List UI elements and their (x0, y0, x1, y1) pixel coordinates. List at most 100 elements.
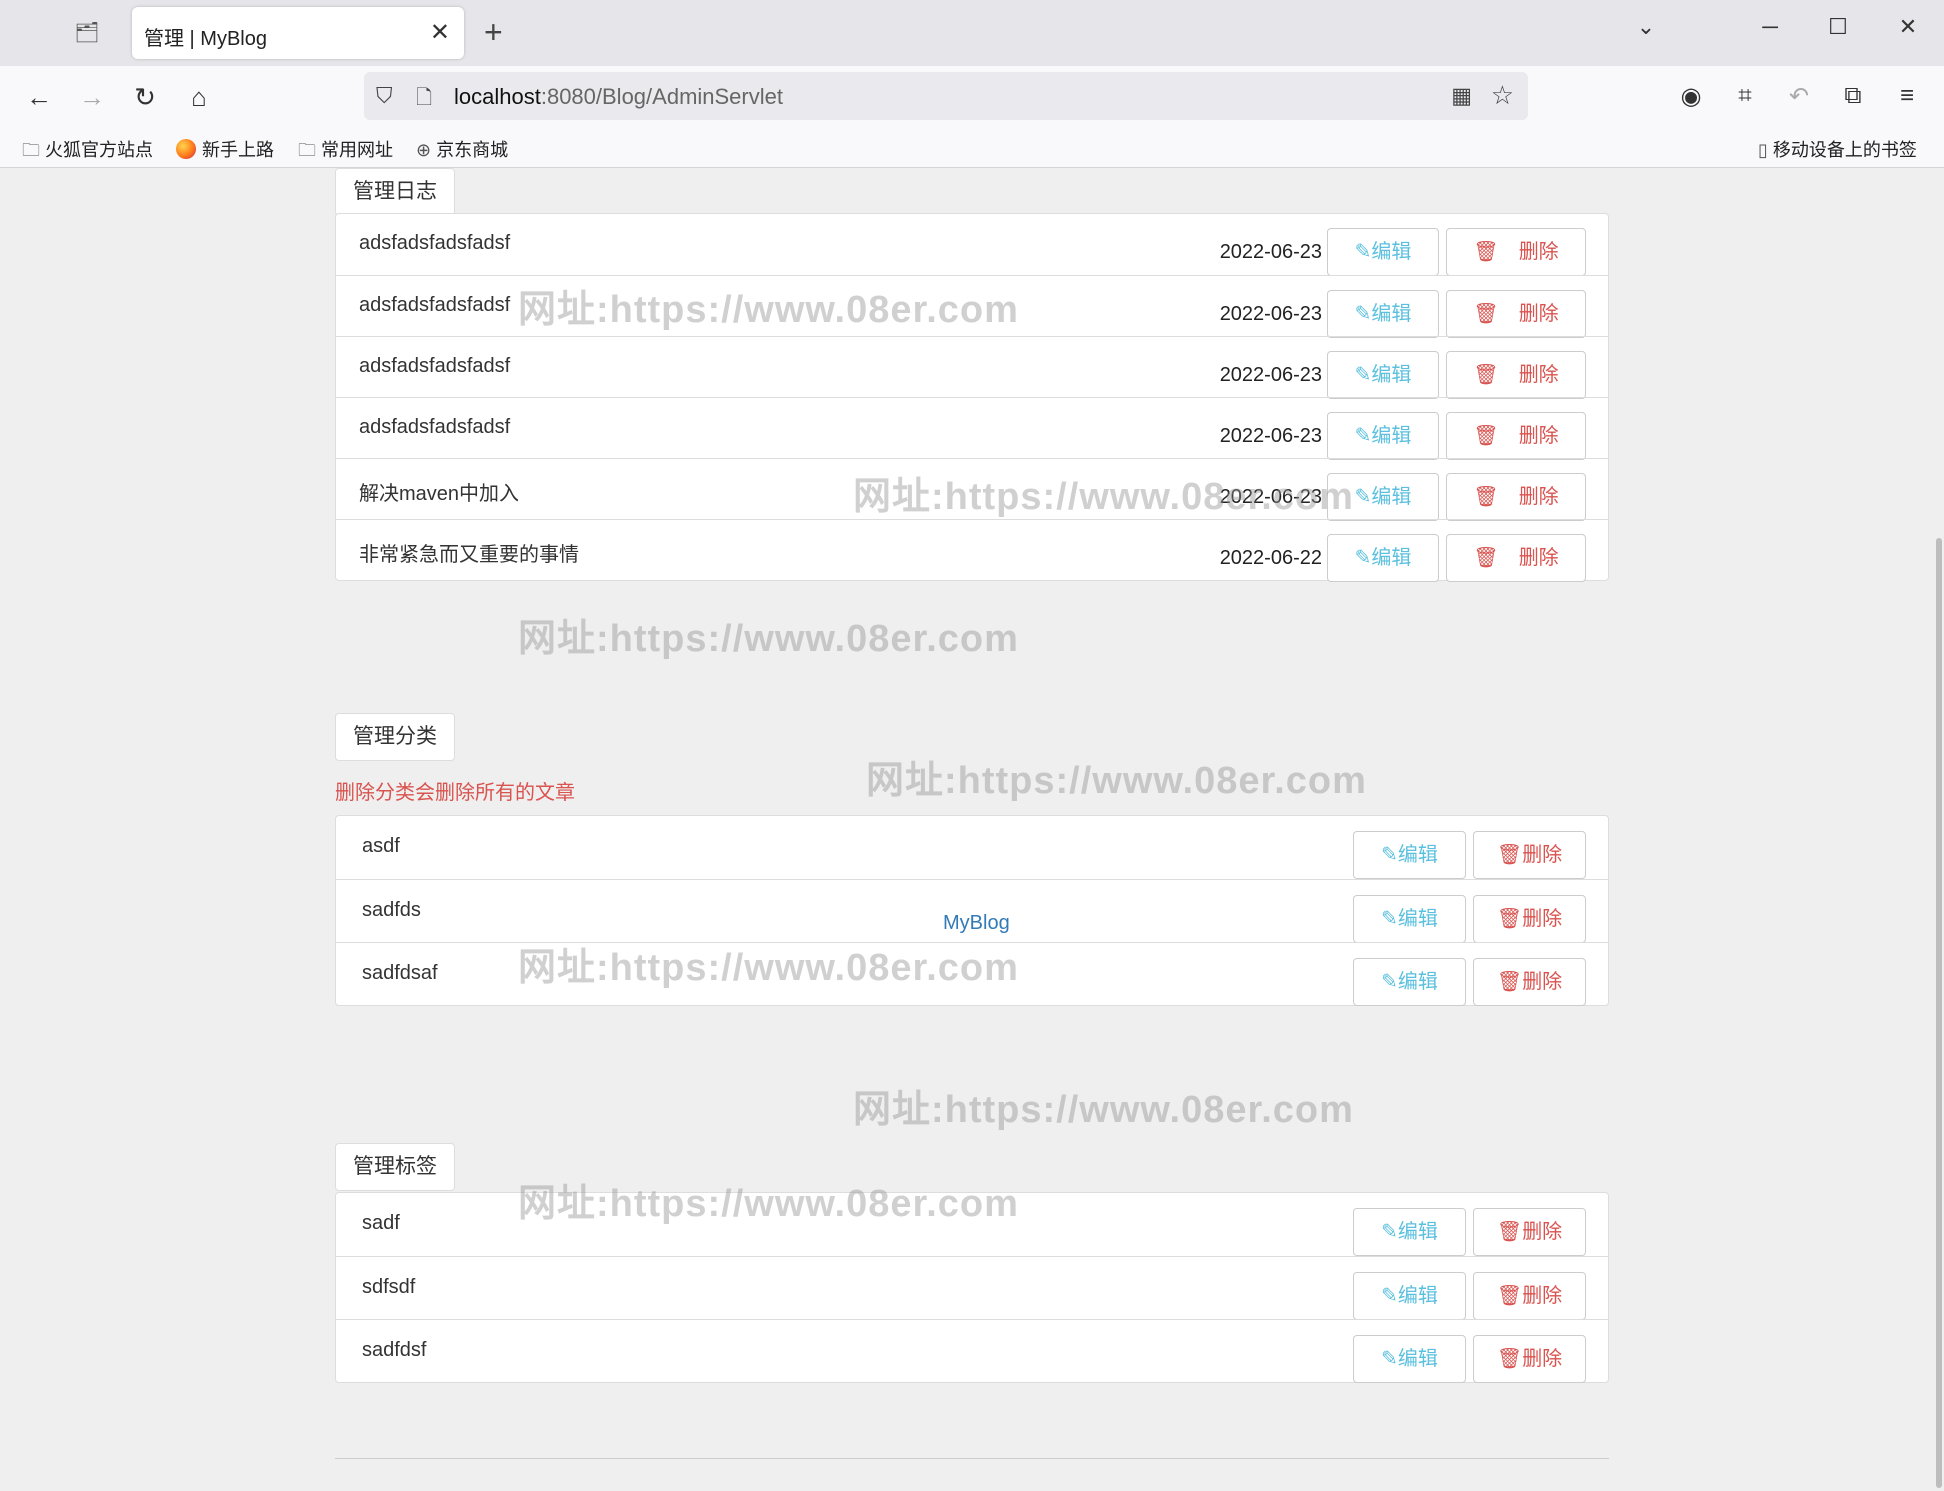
window-close-icon[interactable]: ✕ (1890, 14, 1926, 40)
delete-post-button[interactable]: 🗑 删除 (1446, 228, 1586, 276)
delete-label: 删除 (1522, 1285, 1563, 1307)
trash-icon: 🗑 (1496, 971, 1523, 993)
tab-list-icon[interactable]: 🗂 (72, 18, 102, 48)
folder-icon: 🗀 (22, 140, 40, 160)
edit-label: 编辑 (1371, 241, 1412, 263)
bookmark-label: 常用网址 (321, 140, 393, 160)
bookmark-item[interactable]: 新手上路 (176, 136, 274, 162)
post-title: adsfadsfadsfadsf (359, 294, 511, 316)
category-title: sadfds (362, 899, 421, 921)
post-row: adsfadsfadsfadsf 2022-06-23 ✎编辑 🗑 删除 (336, 214, 1608, 276)
globe-icon: ⊕ (416, 140, 432, 160)
delete-label: 删除 (1522, 844, 1563, 866)
edit-label: 编辑 (1397, 1285, 1438, 1307)
trash-icon: 🗑 (1496, 844, 1523, 866)
delete-post-button[interactable]: 🗑 删除 (1446, 534, 1586, 582)
bookmark-star-icon[interactable]: ☆ (1491, 80, 1514, 111)
reload-icon[interactable]: ↻ (128, 80, 162, 114)
edit-category-button[interactable]: ✎编辑 (1353, 958, 1466, 1006)
post-date: 2022-06-23 (1219, 486, 1322, 508)
mobile-device-icon: ▯ (1758, 140, 1768, 160)
edit-tag-button[interactable]: ✎编辑 (1353, 1208, 1466, 1256)
edit-tag-button[interactable]: ✎编辑 (1353, 1272, 1466, 1320)
delete-tag-button[interactable]: 🗑删除 (1473, 1335, 1586, 1383)
home-icon[interactable]: ⌂ (182, 80, 216, 114)
bookmarks-toolbar: 🗀 火狐官方站点 新手上路 🗀 常用网址 ⊕ 京东商城 ▯ 移动设备上的书签 (0, 126, 1944, 168)
edit-post-button[interactable]: ✎编辑 (1327, 473, 1439, 521)
forward-icon[interactable]: → (75, 80, 109, 114)
edit-label: 编辑 (1371, 425, 1412, 447)
qr-code-icon[interactable]: ▦ (1451, 83, 1472, 109)
delete-post-button[interactable]: 🗑 删除 (1446, 290, 1586, 338)
maximize-icon[interactable]: ☐ (1820, 14, 1856, 40)
delete-category-button[interactable]: 🗑删除 (1473, 958, 1586, 1006)
delete-tag-button[interactable]: 🗑删除 (1473, 1208, 1586, 1256)
trash-icon: 🗑 (1473, 303, 1499, 325)
pencil-icon: ✎ (1354, 364, 1372, 386)
delete-post-button[interactable]: 🗑 删除 (1446, 412, 1586, 460)
edit-post-button[interactable]: ✎编辑 (1327, 412, 1439, 460)
edit-tag-button[interactable]: ✎编辑 (1353, 1335, 1466, 1383)
post-row: 非常紧急而又重要的事情 2022-06-22 ✎编辑 🗑 删除 (336, 519, 1608, 582)
pencil-icon: ✎ (1354, 303, 1372, 325)
delete-category-button[interactable]: 🗑删除 (1473, 895, 1586, 943)
pencil-icon: ✎ (1381, 971, 1398, 993)
menu-icon[interactable]: ≡ (1890, 82, 1924, 110)
shield-icon[interactable]: ⛉ (376, 83, 393, 109)
post-date: 2022-06-23 (1219, 425, 1322, 447)
edit-label: 编辑 (1397, 971, 1438, 993)
post-date: 2022-06-22 (1219, 547, 1322, 569)
delete-category-button[interactable]: 🗑删除 (1473, 831, 1586, 879)
new-tab-icon[interactable]: + (484, 14, 503, 51)
edit-post-button[interactable]: ✎编辑 (1327, 534, 1439, 582)
section-title-posts: 管理日志 (335, 168, 455, 216)
watermark: 网址:https://www.08er.com (518, 618, 1019, 660)
pencil-icon: ✎ (1381, 1285, 1398, 1307)
post-title: adsfadsfadsfadsf (359, 232, 511, 254)
screenshot-crop-icon[interactable]: ⌗ (1728, 82, 1762, 110)
bookmark-label: 京东商城 (436, 140, 509, 160)
category-delete-warning: 删除分类会删除所有的文章 (335, 782, 575, 804)
active-tab[interactable]: 管理 | MyBlog ✕ (132, 7, 464, 59)
edit-post-button[interactable]: ✎编辑 (1327, 228, 1439, 276)
trash-icon: 🗑 (1496, 908, 1523, 930)
post-date: 2022-06-23 (1219, 303, 1322, 325)
section-title-categories: 管理分类 (335, 713, 455, 761)
url-input[interactable]: localhost:8080/Blog/AdminServlet (454, 84, 783, 110)
trash-icon: 🗑 (1473, 364, 1499, 386)
account-icon[interactable]: ◉ (1674, 82, 1708, 111)
scrollbar[interactable] (1936, 538, 1942, 1488)
bookmark-item[interactable]: 🗀 火狐官方站点 (22, 136, 153, 168)
delete-tag-button[interactable]: 🗑删除 (1473, 1272, 1586, 1320)
tab-title: 管理 | MyBlog (144, 28, 267, 50)
edit-label: 编辑 (1397, 1348, 1438, 1370)
edit-post-button[interactable]: ✎编辑 (1327, 290, 1439, 338)
mobile-bookmarks[interactable]: ▯ 移动设备上的书签 (1758, 136, 1917, 162)
myblog-link[interactable]: MyBlog (943, 912, 1010, 935)
undo-icon[interactable]: ↶ (1782, 82, 1816, 111)
pencil-icon: ✎ (1354, 486, 1372, 508)
delete-label: 删除 (1518, 547, 1559, 569)
page-info-icon[interactable]: 🗋 (416, 83, 432, 117)
minimize-icon[interactable]: ─ (1752, 14, 1788, 40)
tab-bar: 🗂 管理 | MyBlog ✕ + ⌄ ─ ☐ ✕ (0, 0, 1944, 66)
bookmark-item[interactable]: ⊕ 京东商城 (416, 136, 508, 162)
url-bar[interactable]: ⛉ 🗋 localhost:8080/Blog/AdminServlet ▦ ☆ (364, 72, 1528, 120)
delete-label: 删除 (1518, 303, 1559, 325)
edit-post-button[interactable]: ✎编辑 (1327, 351, 1439, 399)
tab-close-icon[interactable]: ✕ (430, 18, 450, 47)
bookmark-item[interactable]: 🗀 常用网址 (298, 136, 393, 168)
list-all-tabs-icon[interactable]: ⌄ (1628, 14, 1664, 40)
tag-row: sadf ✎编辑 🗑删除 (336, 1193, 1608, 1256)
edit-category-button[interactable]: ✎编辑 (1353, 895, 1466, 943)
edit-label: 编辑 (1397, 1221, 1438, 1243)
delete-post-button[interactable]: 🗑 删除 (1446, 473, 1586, 521)
tags-list: sadf ✎编辑 🗑删除 sdfsdf ✎编辑 🗑删除 sadfdsf ✎编辑 … (335, 1192, 1609, 1383)
back-icon[interactable]: ← (22, 80, 56, 114)
edit-category-button[interactable]: ✎编辑 (1353, 831, 1466, 879)
tag-title: sdfsdf (362, 1276, 416, 1298)
extensions-icon[interactable]: ⧉ (1836, 82, 1870, 110)
watermark: 网址:https://www.08er.com (853, 1089, 1354, 1131)
delete-label: 删除 (1522, 908, 1563, 930)
delete-post-button[interactable]: 🗑 删除 (1446, 351, 1586, 399)
